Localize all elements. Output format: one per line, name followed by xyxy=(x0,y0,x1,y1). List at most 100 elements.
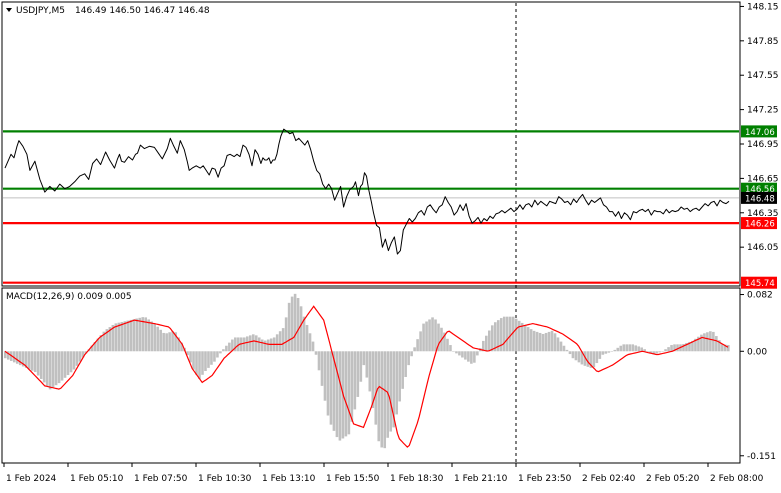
chart-window[interactable]: USDJPY,M5 146.49 146.50 146.47 146.48 MA… xyxy=(0,0,781,489)
macd-histogram-bar xyxy=(284,317,288,352)
macd-histogram-bar xyxy=(308,333,312,352)
macd-histogram-bar xyxy=(195,351,198,375)
macd-histogram-bar xyxy=(353,351,357,410)
macd-histogram-bar xyxy=(553,333,557,352)
time-axis-label: 1 Feb 21:10 xyxy=(454,474,508,484)
macd-histogram-bar xyxy=(210,351,213,365)
macd-histogram-bar xyxy=(362,351,366,366)
chart-canvas[interactable]: USDJPY,M5 146.49 146.50 146.47 146.48 MA… xyxy=(0,0,781,489)
macd-histogram-bar xyxy=(374,351,378,425)
macd-histogram-bar xyxy=(317,351,321,371)
macd-histogram-bar xyxy=(66,351,70,376)
macd-histogram-bar xyxy=(574,351,578,361)
macd-histogram-bar xyxy=(541,333,545,352)
price-panel[interactable] xyxy=(1,1,741,287)
macd-histogram-bar xyxy=(449,345,452,352)
macd-histogram-bar xyxy=(350,351,354,422)
price-axis-tick-label: 147.55 xyxy=(747,71,779,81)
macd-histogram-bar xyxy=(33,351,37,373)
macd-histogram-bar xyxy=(404,351,407,377)
time-axis-label: 1 Feb 05:10 xyxy=(70,474,124,484)
macd-histogram-bar xyxy=(365,351,369,378)
macd-histogram-bar xyxy=(356,351,360,397)
macd-histogram-bar xyxy=(706,332,709,352)
price-level-tag: 145.74 xyxy=(745,279,775,289)
macd-histogram-bar xyxy=(198,351,201,379)
macd-histogram-bar xyxy=(727,344,730,352)
macd-histogram-bar xyxy=(207,351,210,368)
macd-histogram-bar xyxy=(586,351,590,367)
macd-histogram-bar xyxy=(153,323,156,352)
macd-histogram-bar xyxy=(661,351,664,352)
ohlc-readout: 146.49 146.50 146.47 146.48 xyxy=(75,6,210,16)
macd-histogram-bar xyxy=(383,351,387,449)
macd-histogram-bar xyxy=(335,351,339,438)
macd-histogram-bar xyxy=(640,347,643,352)
macd-histogram-bar xyxy=(458,351,461,356)
macd-histogram-bar xyxy=(57,351,61,384)
macd-histogram-bar xyxy=(410,351,413,357)
macd-histogram-bar xyxy=(595,351,599,364)
macd-histogram-bar xyxy=(380,351,384,448)
macd-histogram-bar xyxy=(721,344,724,352)
macd-histogram-bar xyxy=(604,351,608,354)
macd-histogram-bar xyxy=(129,319,133,352)
macd-histogram-bar xyxy=(311,341,315,352)
macd-histogram-bar xyxy=(323,351,327,401)
macd-histogram-bar xyxy=(60,351,64,381)
macd-histogram-bar xyxy=(287,302,291,352)
macd-histogram-bar xyxy=(577,351,581,363)
macd-histogram-bar xyxy=(243,337,246,352)
macd-histogram-bar xyxy=(467,351,470,362)
macd-histogram-bar xyxy=(598,351,602,359)
macd-histogram-bar xyxy=(165,333,168,352)
macd-histogram-bar xyxy=(571,351,575,359)
macd-histogram-bar xyxy=(138,317,142,352)
macd-histogram-bar xyxy=(159,329,162,352)
macd-histogram-bar xyxy=(568,351,572,355)
macd-histogram-bar xyxy=(245,336,249,352)
macd-histogram-bar xyxy=(147,319,151,352)
macd-histogram-bar xyxy=(36,351,40,376)
macd-histogram-bar xyxy=(499,318,503,352)
macd-histogram-bar xyxy=(517,320,521,352)
symbol-label: USDJPY,M5 xyxy=(16,6,65,16)
time-axis-label: 1 Feb 18:30 xyxy=(390,474,444,484)
time-axis-label: 2 Feb 08:00 xyxy=(710,474,764,484)
time-axis-label: 1 Feb 13:10 xyxy=(262,474,316,484)
macd-histogram-bar xyxy=(204,351,207,372)
price-axis-tick-label: 147.25 xyxy=(747,106,779,116)
macd-indicator-label: MACD(12,26,9) 0.009 0.005 xyxy=(6,292,132,302)
macd-histogram-bar xyxy=(222,349,225,352)
macd-histogram-bar xyxy=(529,329,533,352)
macd-histogram-bar xyxy=(559,341,563,352)
macd-histogram-bar xyxy=(63,351,67,378)
macd-histogram-bar xyxy=(625,344,629,352)
macd-histogram-bar xyxy=(407,351,410,366)
macd-histogram-bar xyxy=(619,345,623,352)
macd-histogram-bar xyxy=(69,351,73,373)
macd-axis-tick-label: 0.00 xyxy=(747,347,767,357)
macd-histogram-bar xyxy=(446,338,449,352)
macd-histogram-bar xyxy=(296,297,300,352)
bid-price-tag: 146.48 xyxy=(745,194,775,204)
macd-histogram-bar xyxy=(275,334,279,352)
macd-histogram-bar xyxy=(27,351,31,370)
macd-histogram-bar xyxy=(562,345,566,352)
macd-histogram-bar xyxy=(667,347,670,352)
macd-histogram-bar xyxy=(505,316,509,352)
macd-histogram-bar xyxy=(434,319,437,352)
macd-histogram-bar xyxy=(45,351,49,386)
macd-histogram-bar xyxy=(670,345,673,352)
macd-histogram-bar xyxy=(535,331,539,352)
macd-histogram-bar xyxy=(461,351,464,358)
macd-histogram-bar xyxy=(485,335,488,352)
macd-histogram-bar xyxy=(201,351,204,375)
macd-histogram-bar xyxy=(135,318,139,352)
time-axis-label: 2 Feb 02:40 xyxy=(582,474,636,484)
macd-histogram-bar xyxy=(263,340,267,352)
macd-histogram-bar xyxy=(419,331,422,352)
macd-histogram-bar xyxy=(51,351,55,388)
price-axis-tick-label: 146.95 xyxy=(747,140,779,150)
macd-histogram-bar xyxy=(389,351,393,432)
